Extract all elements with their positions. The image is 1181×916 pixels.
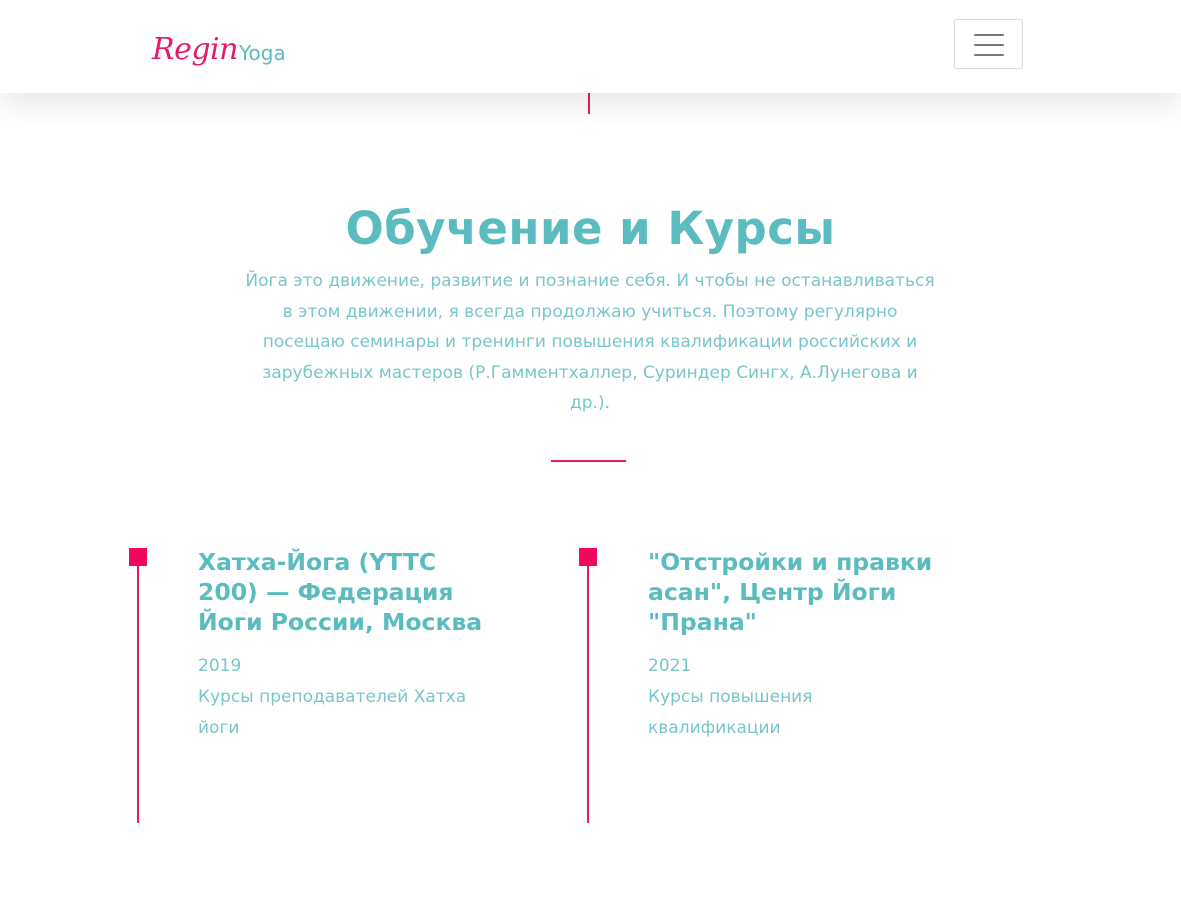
timeline-top-connector <box>588 93 590 114</box>
hamburger-icon-bar <box>974 44 1004 46</box>
hamburger-icon-bar <box>974 54 1004 56</box>
timeline-line <box>587 566 589 823</box>
course-year: 2019 <box>198 656 242 676</box>
logo-word-text: Yoga <box>238 41 286 65</box>
course-description: Курсы повышения квалификации <box>648 687 813 738</box>
section-intro: Йога это движение, развитие и познание с… <box>245 271 935 413</box>
course-year: 2021 <box>648 656 692 676</box>
hamburger-icon <box>974 34 1004 36</box>
section-divider <box>551 460 626 462</box>
navbar: Regin Yoga <box>0 0 1181 93</box>
timeline-marker <box>579 548 597 566</box>
timeline-line <box>137 566 139 823</box>
course-title: Хатха-Йога (YTTC 200) — Федерация Йоги Р… <box>198 548 483 636</box>
course-description: Курсы преподавателей Хатха йоги <box>198 687 467 738</box>
timeline-marker <box>129 548 147 566</box>
logo-script-text: Regin <box>152 32 238 67</box>
logo[interactable]: Regin Yoga <box>152 22 286 70</box>
menu-toggle-button[interactable] <box>954 19 1023 69</box>
section-title: Обучение и Курсы <box>345 202 836 255</box>
course-title: "Отстройки и правки асан", Центр Йоги "П… <box>648 548 933 636</box>
